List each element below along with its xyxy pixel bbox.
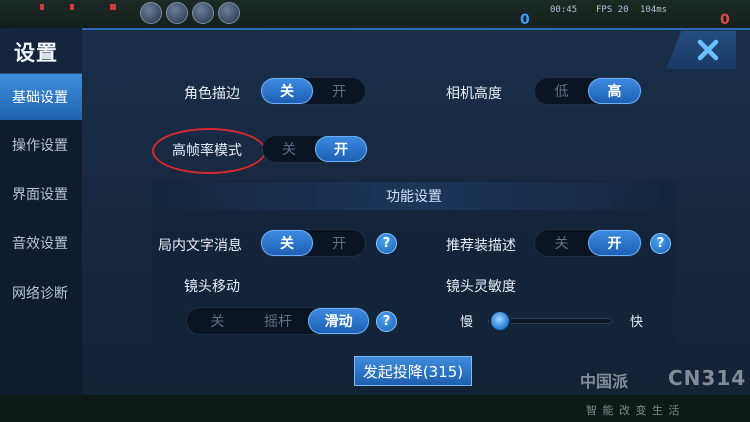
hud-marker <box>40 4 44 10</box>
in-game-text-on-option[interactable]: 开 <box>313 230 365 256</box>
camera-move-label: 镜头移动 <box>184 279 240 295</box>
camera-height-toggle[interactable]: 低 高 <box>534 77 642 105</box>
team-score-left: 0 <box>520 12 530 28</box>
recommend-desc-off-option[interactable]: 关 <box>535 230 588 256</box>
outline-on-option[interactable]: 开 <box>313 78 365 104</box>
recommend-desc-toggle[interactable]: 关 开 <box>534 229 642 257</box>
watermark-brand: 中国派 <box>580 372 629 391</box>
in-game-text-label: 局内文字消息 <box>158 238 242 254</box>
hud-marker <box>70 4 74 10</box>
in-game-text-toggle[interactable]: 关 开 <box>260 229 366 257</box>
game-hud: 0 00:45 FPS 20 104ms 0 <box>0 0 750 28</box>
camera-sensitivity-label: 镜头灵敏度 <box>446 279 516 295</box>
sensitivity-slow-label: 慢 <box>460 315 474 330</box>
high-fps-toggle[interactable]: 关 开 <box>262 135 368 163</box>
dialog-title-bar: 设置 <box>0 28 82 74</box>
close-button[interactable] <box>666 31 736 69</box>
settings-sidebar: 基础设置 操作设置 界面设置 音效设置 网络诊断 <box>0 74 86 395</box>
recommend-desc-on-option[interactable]: 开 <box>588 230 641 256</box>
sidebar-item-network[interactable]: 网络诊断 <box>0 270 82 316</box>
sensitivity-fast-label: 快 <box>630 315 644 330</box>
camera-height-label: 相机高度 <box>446 86 502 102</box>
in-game-text-help-icon[interactable]: ? <box>376 233 397 254</box>
hud-marker <box>110 4 116 10</box>
camera-move-swipe-option[interactable]: 滑动 <box>308 308 370 334</box>
outline-label: 角色描边 <box>184 86 240 102</box>
sidebar-item-controls[interactable]: 操作设置 <box>0 122 82 168</box>
high-fps-off-option[interactable]: 关 <box>263 136 315 162</box>
hero-avatar <box>140 2 162 24</box>
outline-toggle[interactable]: 关 开 <box>260 77 366 105</box>
camera-move-toggle[interactable]: 关 摇杆 滑动 <box>186 307 370 335</box>
recommend-desc-label: 推荐装描述 <box>446 238 516 254</box>
watermark-code: CN314 <box>668 366 747 390</box>
hero-avatar <box>192 2 214 24</box>
hero-avatar <box>166 2 188 24</box>
hero-avatar <box>218 2 240 24</box>
close-x-icon <box>697 39 719 61</box>
camera-move-joystick-option[interactable]: 摇杆 <box>248 308 309 334</box>
dialog-title: 设置 <box>14 41 58 65</box>
surrender-button[interactable]: 发起投降(315) <box>354 356 472 386</box>
camera-height-low-option[interactable]: 低 <box>535 78 588 104</box>
in-game-text-off-option[interactable]: 关 <box>261 230 313 256</box>
sidebar-item-basic[interactable]: 基础设置 <box>0 74 86 120</box>
recommend-desc-help-icon[interactable]: ? <box>650 233 671 254</box>
team-score-right: 0 <box>720 12 730 28</box>
settings-panel: 角色描边 关 开 相机高度 低 高 高帧率模式 关 开 功能设置 局内文字消息 … <box>82 28 750 395</box>
high-fps-label: 高帧率模式 <box>172 143 242 159</box>
high-fps-on-option[interactable]: 开 <box>315 136 367 162</box>
ping-readout: 104ms <box>640 5 668 15</box>
settings-dialog: 设置 基础设置 操作设置 界面设置 音效设置 网络诊断 角色描边 关 开 相机高… <box>0 28 750 395</box>
sidebar-item-interface[interactable]: 界面设置 <box>0 171 82 217</box>
fps-readout: FPS 20 <box>596 5 629 15</box>
camera-move-help-icon[interactable]: ? <box>376 311 397 332</box>
watermark-slogan: 智 能 改 变 生 活 <box>586 404 681 417</box>
function-section-title: 功能设置 <box>152 182 676 210</box>
match-time: 00:45 <box>550 5 578 15</box>
sidebar-item-audio[interactable]: 音效设置 <box>0 220 82 266</box>
outline-off-option[interactable]: 关 <box>261 78 313 104</box>
camera-height-high-option[interactable]: 高 <box>588 78 641 104</box>
camera-move-off-option[interactable]: 关 <box>187 308 248 334</box>
